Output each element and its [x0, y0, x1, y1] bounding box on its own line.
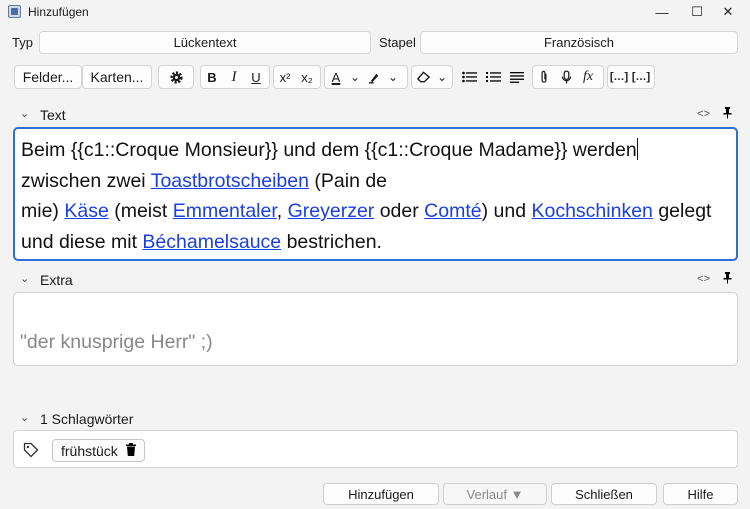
close-button[interactable]: Schließen: [551, 483, 657, 505]
app-icon: [8, 5, 21, 18]
close-window-button[interactable]: ✕: [706, 0, 750, 24]
collapse-chevron-icon[interactable]: ⌄: [20, 107, 29, 120]
color-group: A ⌄ ⌄: [324, 65, 408, 89]
field-header-text[interactable]: ⌄ Text <>: [14, 104, 738, 126]
link-greyerzer[interactable]: Greyerzer: [288, 200, 375, 222]
attach-button[interactable]: [533, 66, 555, 88]
title-bar: Hinzufügen — ☐ ✕: [0, 0, 750, 24]
highlighter-icon: [368, 73, 378, 84]
eraser-button[interactable]: [412, 66, 434, 88]
bold-button[interactable]: B: [201, 66, 223, 88]
link-toastbrotscheiben[interactable]: Toastbrotscheiben: [151, 170, 309, 192]
collapse-chevron-icon[interactable]: ⌄: [20, 272, 29, 285]
window-title: Hinzufügen: [28, 5, 89, 19]
link-bechamelsauce[interactable]: Béchamelsauce: [142, 231, 281, 253]
align-icon: [510, 72, 524, 83]
deck-selector[interactable]: Französisch: [420, 31, 738, 54]
text-field-content: Beim {{c1::Croque Monsieur}} und dem {{c…: [21, 138, 712, 253]
gear-icon: [169, 70, 183, 84]
highlight-color-button[interactable]: [363, 66, 385, 88]
eraser-icon: [416, 71, 430, 83]
tags-count-label: 1 Schlagwörter: [40, 411, 134, 427]
html-editor-toggle-icon[interactable]: <>: [697, 108, 710, 120]
html-editor-toggle-icon[interactable]: <>: [697, 273, 710, 285]
type-label: Typ: [12, 35, 33, 50]
add-button[interactable]: Hinzufügen: [323, 483, 439, 505]
microphone-icon: [561, 69, 571, 83]
paperclip-icon: [541, 70, 547, 83]
bullet-list-icon: [461, 71, 477, 83]
format-group: B I U: [200, 65, 270, 89]
subscript-button[interactable]: x₂: [296, 66, 318, 88]
history-button[interactable]: Verlauf ▼: [443, 483, 547, 505]
script-group: x² x₂: [273, 65, 321, 89]
cloze-group: […] […]: [607, 65, 655, 89]
text-color-button[interactable]: A: [325, 66, 347, 88]
eraser-group: ⌄: [411, 65, 453, 89]
formula-button[interactable]: fx: [577, 66, 599, 88]
extra-field-editor[interactable]: "der knusprige Herr" ;): [13, 292, 738, 366]
link-emmentaler[interactable]: Emmentaler: [173, 200, 277, 222]
media-group: fx: [532, 65, 604, 89]
pin-icon[interactable]: [723, 107, 732, 122]
underline-button[interactable]: U: [245, 66, 267, 88]
trash-icon[interactable]: [125, 442, 136, 459]
cards-button[interactable]: Karten...: [82, 65, 152, 89]
options-button[interactable]: [158, 65, 194, 89]
tag-editor[interactable]: frühstück: [13, 430, 738, 468]
bullet-list-button[interactable]: [458, 66, 480, 88]
text-caret: [636, 138, 638, 160]
note-type-selector[interactable]: Lückentext: [39, 31, 371, 54]
tag-icon: [23, 442, 39, 463]
link-kaese[interactable]: Käse: [64, 200, 108, 222]
field-name-extra: Extra: [40, 272, 73, 288]
tags-header[interactable]: ⌄ 1 Schlagwörter: [14, 408, 738, 430]
link-kochschinken[interactable]: Kochschinken: [531, 200, 652, 222]
pin-icon[interactable]: [723, 272, 732, 287]
tag-label: frühstück: [61, 442, 118, 459]
text-color-dropdown-icon[interactable]: ⌄: [347, 66, 363, 88]
eraser-dropdown-icon[interactable]: ⌄: [434, 66, 450, 88]
field-header-extra[interactable]: ⌄ Extra <>: [14, 269, 738, 291]
help-button[interactable]: Hilfe: [663, 483, 738, 505]
text-field-editor[interactable]: Beim {{c1::Croque Monsieur}} und dem {{c…: [13, 127, 738, 261]
record-audio-button[interactable]: [555, 66, 577, 88]
field-name-text: Text: [40, 107, 66, 123]
highlight-dropdown-icon[interactable]: ⌄: [385, 66, 401, 88]
cloze-same-button[interactable]: […]: [630, 66, 652, 88]
link-comte[interactable]: Comté: [424, 200, 481, 222]
cloze-new-button[interactable]: […]: [608, 66, 630, 88]
extra-field-content: "der knusprige Herr" ;): [20, 331, 213, 353]
numbered-list-button[interactable]: [482, 66, 504, 88]
collapse-chevron-icon[interactable]: ⌄: [20, 411, 29, 424]
align-button[interactable]: [506, 66, 528, 88]
fields-button[interactable]: Felder...: [14, 65, 82, 89]
numbered-list-icon: [485, 72, 501, 82]
tag-chip[interactable]: frühstück: [52, 439, 145, 462]
superscript-button[interactable]: x²: [274, 66, 296, 88]
deck-label: Stapel: [379, 35, 416, 50]
italic-button[interactable]: I: [223, 66, 245, 88]
